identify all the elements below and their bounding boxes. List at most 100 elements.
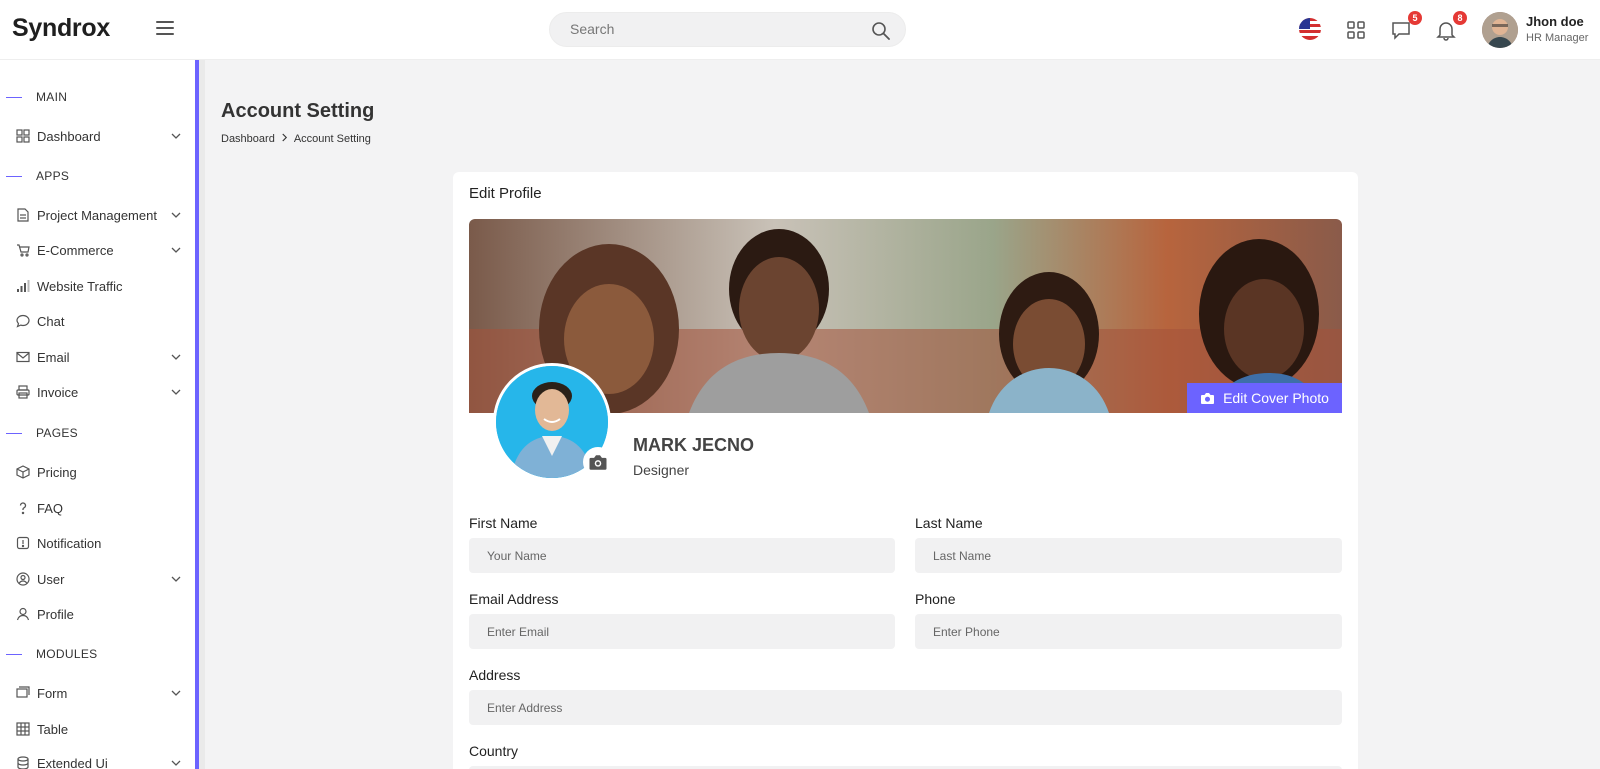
menu-toggle-icon[interactable]: [156, 21, 174, 39]
section-label: MODULES: [36, 647, 98, 661]
sidebar-gutter: [199, 60, 205, 769]
sidebar-item-website-traffic[interactable]: Website Traffic: [0, 274, 195, 298]
sidebar-item-label: User: [37, 571, 65, 587]
card-title: Edit Profile: [469, 185, 542, 202]
sidebar-item-chat[interactable]: Chat: [0, 309, 195, 333]
chat-icon: [16, 314, 30, 328]
address-input[interactable]: [469, 690, 1342, 725]
edit-cover-photo-button[interactable]: Edit Cover Photo: [1187, 383, 1342, 413]
chevron-down-icon: [171, 690, 181, 696]
sidebar-item-dashboard[interactable]: Dashboard: [0, 124, 195, 148]
sidebar-item-label: Table: [37, 721, 69, 737]
top-header: Syndrox 5 8: [0, 0, 1600, 60]
chevron-down-icon: [171, 354, 181, 360]
phone-input[interactable]: [915, 614, 1342, 649]
camera-icon: [1201, 392, 1215, 404]
section-pages: PAGES: [0, 425, 78, 441]
sidebar-item-notification[interactable]: Notification: [0, 531, 195, 555]
signal-icon: [16, 279, 30, 293]
alert-icon: [16, 536, 30, 550]
section-label: PAGES: [36, 426, 78, 440]
sidebar-item-pricing[interactable]: Pricing: [0, 460, 195, 484]
last-name-label: Last Name: [915, 515, 983, 531]
sidebar-item-label: FAQ: [37, 500, 64, 516]
profile-name: MARK JECNO: [633, 435, 755, 455]
sidebar-item-extended-ui[interactable]: Extended Ui: [0, 751, 195, 769]
cover-photo: Edit Cover Photo: [469, 219, 1342, 413]
sidebar-item-form[interactable]: Form: [0, 681, 195, 705]
profile-role: Designer: [633, 462, 690, 478]
sidebar-item-label: Website Traffic: [37, 278, 123, 294]
address-label: Address: [469, 667, 521, 683]
sidebar-item-ecommerce[interactable]: E-Commerce: [0, 238, 195, 262]
chevron-down-icon: [171, 212, 181, 218]
question-icon: [16, 501, 30, 515]
section-main: MAIN: [0, 89, 67, 105]
chevron-down-icon: [171, 576, 181, 582]
sidebar: MAIN Dashboard APPS Project Management E…: [0, 60, 199, 769]
person-icon: [16, 607, 30, 621]
first-name-input[interactable]: [469, 538, 895, 573]
sidebar-item-label: Form: [37, 685, 68, 701]
breadcrumb-link-dashboard[interactable]: Dashboard: [221, 133, 275, 145]
sidebar-item-faq[interactable]: FAQ: [0, 496, 195, 520]
database-icon: [16, 756, 30, 769]
change-avatar-button[interactable]: [583, 447, 613, 477]
search-bar: [549, 12, 906, 47]
last-name-input[interactable]: [915, 538, 1342, 573]
box-icon: [16, 465, 30, 479]
grid-icon: [16, 129, 30, 143]
email-input[interactable]: [469, 614, 895, 649]
mail-icon: [16, 350, 30, 364]
messages-icon[interactable]: 5: [1390, 11, 1422, 41]
sidebar-item-label: Dashboard: [37, 128, 101, 144]
section-apps: APPS: [0, 168, 69, 184]
bell-icon[interactable]: 8: [1435, 11, 1467, 41]
sidebar-item-user[interactable]: User: [0, 567, 195, 591]
sidebar-item-project-management[interactable]: Project Management: [0, 203, 195, 227]
chevron-down-icon: [171, 760, 181, 766]
user-avatar[interactable]: [1482, 12, 1518, 48]
sidebar-item-label: Chat: [37, 313, 65, 329]
edit-cover-label: Edit Cover Photo: [1223, 390, 1329, 406]
search-input[interactable]: [570, 21, 850, 37]
section-label: APPS: [36, 169, 70, 183]
page-title: Account Setting: [221, 100, 375, 122]
sidebar-item-invoice[interactable]: Invoice: [0, 380, 195, 404]
sidebar-item-label: Extended Ui: [37, 755, 108, 769]
notifications-badge: 8: [1453, 11, 1467, 25]
sidebar-item-label: Profile: [37, 606, 74, 622]
sidebar-item-email[interactable]: Email: [0, 345, 195, 369]
document-icon: [16, 208, 30, 222]
apps-grid-icon[interactable]: [1345, 19, 1367, 41]
sidebar-item-label: Invoice: [37, 384, 79, 400]
sidebar-item-label: Project Management: [37, 207, 157, 223]
breadcrumb: Dashboard Account Setting: [221, 133, 371, 145]
sidebar-item-label: Email: [37, 349, 70, 365]
chevron-down-icon: [171, 247, 181, 253]
breadcrumb-current: Account Setting: [293, 133, 371, 145]
search-icon[interactable]: [871, 21, 891, 41]
sidebar-item-profile[interactable]: Profile: [0, 602, 195, 626]
section-modules: MODULES: [0, 646, 97, 662]
flag-icon[interactable]: [1299, 18, 1321, 40]
sidebar-item-label: Notification: [37, 535, 102, 551]
table-icon: [16, 722, 30, 736]
sidebar-item-label: Pricing: [37, 464, 77, 480]
email-label: Email Address: [469, 591, 559, 607]
sidebar-item-table[interactable]: Table: [0, 717, 195, 741]
phone-label: Phone: [915, 591, 956, 607]
messages-badge: 5: [1408, 11, 1422, 25]
cart-icon: [16, 243, 30, 257]
user-circle-icon: [16, 572, 30, 586]
edit-profile-card: Edit Profile Edit Cover Photo MARK JECNO…: [453, 172, 1358, 769]
sidebar-item-label: E-Commerce: [37, 242, 114, 258]
chevron-down-icon: [171, 133, 181, 139]
chevron-down-icon: [171, 389, 181, 395]
user-name[interactable]: Jhon doe: [1526, 14, 1584, 29]
form-icon: [16, 686, 30, 700]
printer-icon: [16, 385, 30, 399]
app-logo[interactable]: Syndrox: [12, 14, 110, 43]
section-label: MAIN: [36, 90, 68, 104]
country-label: Country: [469, 743, 519, 759]
